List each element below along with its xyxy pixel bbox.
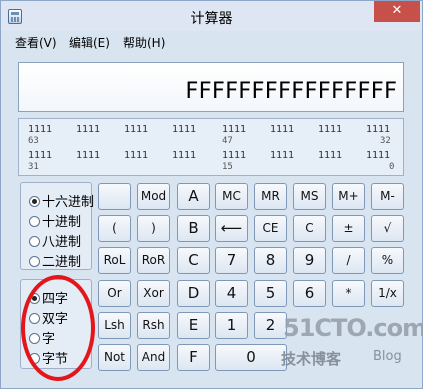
ce-button[interactable]: CE <box>254 215 287 242</box>
radio-bin[interactable]: 二进制 <box>29 251 81 270</box>
bit-group: 1111 <box>366 124 391 135</box>
mc-button[interactable]: MC <box>215 183 248 210</box>
radio-dot <box>29 196 40 207</box>
blank-key[interactable] <box>98 183 131 210</box>
digit-1-button[interactable]: 1 <box>215 312 248 339</box>
bit-position: 31 <box>28 162 39 172</box>
bit-group: 1111 <box>28 150 53 161</box>
bit-group: 1111 <box>318 124 343 135</box>
lsh-button[interactable]: Lsh <box>98 312 131 339</box>
watermark-logo: 51CTO.com <box>283 314 423 342</box>
hex-b-button[interactable]: B <box>177 215 210 242</box>
bit-group: 1111 <box>222 124 247 135</box>
or-button[interactable]: Or <box>98 280 131 307</box>
right-paren-button[interactable]: ) <box>137 215 170 242</box>
mr-button[interactable]: MR <box>254 183 287 210</box>
hex-a-button[interactable]: A <box>177 183 210 210</box>
plus-minus-button[interactable]: ± <box>332 215 365 242</box>
radio-dot <box>29 256 40 267</box>
percent-button[interactable]: % <box>371 247 404 274</box>
bit-group: 1111 <box>270 150 295 161</box>
menu-bar: 查看(V) 编辑(E) 帮助(H) <box>1 31 422 53</box>
digit-6-button[interactable]: 6 <box>293 280 326 307</box>
annotation-circle <box>21 275 95 381</box>
digit-0-button[interactable]: 0 <box>215 344 287 371</box>
hex-f-button[interactable]: F <box>177 344 210 371</box>
xor-button[interactable]: Xor <box>137 280 170 307</box>
watermark-text: 技术博客 <box>281 350 342 368</box>
hex-c-button[interactable]: C <box>177 247 210 274</box>
digit-4-button[interactable]: 4 <box>215 280 248 307</box>
bit-group: 1111 <box>222 150 247 161</box>
bit-group: 1111 <box>124 124 149 135</box>
bit-position: 32 <box>380 136 391 146</box>
digit-7-button[interactable]: 7 <box>215 247 248 274</box>
calculator-window: 计算器 ✕ 查看(V) 编辑(E) 帮助(H) FFFFFFFFFFFFFFFF… <box>0 0 423 389</box>
bit-group: 1111 <box>172 124 197 135</box>
display-value: FFFFFFFFFFFFFFFF <box>185 79 397 104</box>
bit-position: 63 <box>28 136 39 146</box>
radio-hex[interactable]: 十六进制 <box>29 191 94 210</box>
digit-8-button[interactable]: 8 <box>254 247 287 274</box>
radio-dot <box>29 216 40 227</box>
m-plus-button[interactable]: M+ <box>332 183 365 210</box>
digit-5-button[interactable]: 5 <box>254 280 287 307</box>
rsh-button[interactable]: Rsh <box>137 312 170 339</box>
sqrt-button[interactable]: √ <box>371 215 404 242</box>
bit-group: 1111 <box>76 150 101 161</box>
bit-group: 1111 <box>172 150 197 161</box>
bit-group: 1111 <box>366 150 391 161</box>
backspace-button[interactable]: ⟵ <box>215 215 248 242</box>
menu-view[interactable]: 查看(V) <box>15 34 57 51</box>
hex-e-button[interactable]: E <box>177 312 210 339</box>
mod-button[interactable]: Mod <box>137 183 170 210</box>
menu-edit[interactable]: 编辑(E) <box>69 34 110 51</box>
menu-help[interactable]: 帮助(H) <box>123 34 165 51</box>
left-paren-button[interactable]: ( <box>98 215 131 242</box>
title-bar: 计算器 ✕ <box>1 1 422 31</box>
bit-group: 1111 <box>28 124 53 135</box>
bit-group: 1111 <box>318 150 343 161</box>
not-button[interactable]: Not <box>98 344 131 371</box>
and-button[interactable]: And <box>137 344 170 371</box>
divide-button[interactable]: / <box>332 247 365 274</box>
clear-button[interactable]: C <box>293 215 326 242</box>
bit-group: 1111 <box>270 124 295 135</box>
bit-position: 47 <box>222 136 233 146</box>
window-title: 计算器 <box>190 11 233 27</box>
binary-display: 1111 1111 1111 1111 1111 1111 1111 1111 … <box>18 118 404 176</box>
ms-button[interactable]: MS <box>293 183 326 210</box>
rol-button[interactable]: RoL <box>98 247 131 274</box>
reciprocal-button[interactable]: 1/x <box>371 280 404 307</box>
digit-9-button[interactable]: 9 <box>293 247 326 274</box>
ror-button[interactable]: RoR <box>137 247 170 274</box>
radio-dec[interactable]: 十进制 <box>29 211 81 230</box>
result-display: FFFFFFFFFFFFFFFF <box>18 62 404 112</box>
base-radio-group: 十六进制 十进制 八进制 二进制 <box>20 182 94 270</box>
hex-d-button[interactable]: D <box>177 280 210 307</box>
radio-oct[interactable]: 八进制 <box>29 231 81 250</box>
watermark-blog: Blog <box>373 349 402 364</box>
radio-dot <box>29 236 40 247</box>
close-button[interactable]: ✕ <box>374 1 420 22</box>
multiply-button[interactable]: * <box>332 280 365 307</box>
bit-position: 15 <box>222 162 233 172</box>
m-minus-button[interactable]: M- <box>371 183 404 210</box>
bit-position: 0 <box>389 162 395 172</box>
bit-group: 1111 <box>76 124 101 135</box>
bit-group: 1111 <box>124 150 149 161</box>
